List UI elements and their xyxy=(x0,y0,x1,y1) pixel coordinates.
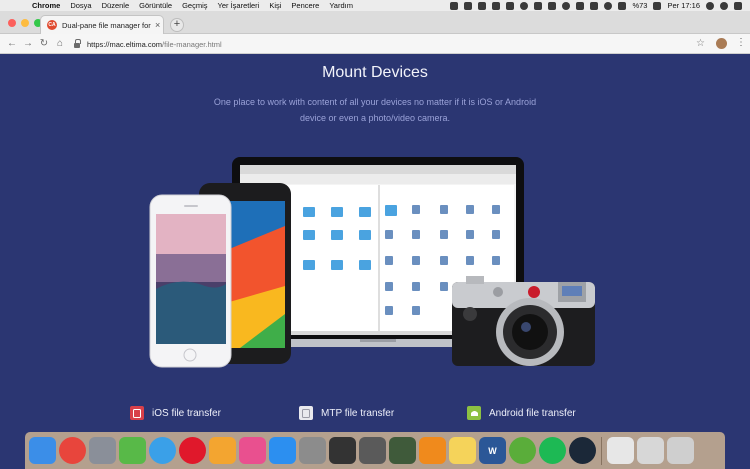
camtasia-icon[interactable] xyxy=(119,437,146,464)
android-icon xyxy=(467,406,481,420)
word-icon[interactable]: W xyxy=(479,437,506,464)
mtp-icon xyxy=(299,406,313,420)
url-text[interactable]: https://mac.eltima.com/file-manager.html xyxy=(87,40,222,49)
status-icon-10[interactable] xyxy=(576,1,585,10)
android-file-transfer-label: Android file transfer xyxy=(489,407,576,419)
tab-title: Dual-pane file manager for Mac xyxy=(62,20,152,30)
volume-icon[interactable] xyxy=(618,1,627,10)
status-icon-2[interactable] xyxy=(464,1,473,10)
activity-monitor-icon[interactable] xyxy=(329,437,356,464)
browser-tab[interactable]: CA Dual-pane file manager for Mac × xyxy=(40,15,164,34)
wifi-icon[interactable] xyxy=(604,1,613,10)
app-store-icon[interactable] xyxy=(269,437,296,464)
status-icon-9[interactable] xyxy=(562,1,571,10)
file-icon[interactable] xyxy=(607,437,634,464)
battery-percent[interactable]: %73 xyxy=(632,0,647,11)
commander-one-icon[interactable] xyxy=(389,437,416,464)
menu-goruntule[interactable]: Görüntüle xyxy=(139,0,172,11)
minimize-window-button[interactable] xyxy=(21,19,29,27)
close-window-button[interactable] xyxy=(8,19,16,27)
menu-gecmis[interactable]: Geçmiş xyxy=(182,0,207,11)
url-host: https://mac.eltima.com xyxy=(87,39,163,49)
menu-yardim[interactable]: Yardım xyxy=(329,0,353,11)
chrome-menu-icon[interactable]: ⋮ xyxy=(736,36,746,50)
status-icon-3[interactable] xyxy=(478,1,487,10)
status-icon-1[interactable] xyxy=(450,1,459,10)
siri-icon[interactable] xyxy=(720,1,728,10)
mtp-file-transfer-item[interactable]: MTP file transfer xyxy=(299,406,394,420)
dock-separator xyxy=(601,436,602,465)
vlc-icon[interactable] xyxy=(419,437,446,464)
bookmark-star-icon[interactable]: ☆ xyxy=(696,37,705,51)
launchpad-icon[interactable] xyxy=(89,437,116,464)
photos-icon[interactable] xyxy=(209,437,236,464)
lock-icon[interactable] xyxy=(74,39,81,48)
preview-icon[interactable] xyxy=(637,437,664,464)
address-bar[interactable]: https://mac.eltima.com/file-manager.html xyxy=(74,37,714,51)
status-icon-8[interactable] xyxy=(548,1,557,10)
ios-file-transfer-item[interactable]: iOS file transfer xyxy=(130,406,221,420)
camera-image xyxy=(452,276,595,366)
ios-file-transfer-label: iOS file transfer xyxy=(152,407,221,419)
chrome-icon[interactable] xyxy=(59,437,86,464)
window-controls xyxy=(8,19,42,27)
notification-center-icon[interactable] xyxy=(734,1,742,10)
url-path: /file-manager.html xyxy=(162,39,222,49)
dock: W xyxy=(25,432,725,469)
menu-app-chrome[interactable]: Chrome xyxy=(32,0,60,11)
trash-icon[interactable] xyxy=(667,437,694,464)
devices-illustration xyxy=(149,157,595,368)
spotify-icon[interactable] xyxy=(539,437,566,464)
status-icon-4[interactable] xyxy=(492,1,501,10)
tab-close-icon[interactable]: × xyxy=(155,20,160,30)
feature-list: iOS file transfer MTP file transfer Andr… xyxy=(0,406,750,420)
menu-bar: Chrome Dosya Düzenle Görüntüle Geçmiş Ye… xyxy=(0,0,750,11)
iphone-image xyxy=(149,194,232,368)
menu-duzenle[interactable]: Düzenle xyxy=(102,0,130,11)
notes-icon[interactable] xyxy=(449,437,476,464)
mtp-file-transfer-label: MTP file transfer xyxy=(321,407,395,419)
page-content: Mount Devices One place to work with con… xyxy=(0,54,750,430)
system-preferences-icon[interactable] xyxy=(299,437,326,464)
opera-icon[interactable] xyxy=(179,437,206,464)
battery-icon[interactable] xyxy=(653,1,662,10)
safari-icon[interactable] xyxy=(149,437,176,464)
tab-strip: CA Dual-pane file manager for Mac × + xyxy=(0,11,750,34)
status-tray: %73 Per 17:16 xyxy=(450,0,742,11)
android-file-transfer-item[interactable]: Android file transfer xyxy=(467,406,576,420)
new-tab-button[interactable]: + xyxy=(170,18,184,32)
menu-kisi[interactable]: Kişi xyxy=(269,0,281,11)
ios-icon xyxy=(130,406,144,420)
itunes-icon[interactable] xyxy=(239,437,266,464)
status-icon-11[interactable] xyxy=(590,1,599,10)
home-button[interactable]: ⌂ xyxy=(54,37,66,51)
menu-clock[interactable]: Per 17:16 xyxy=(667,0,700,11)
menu-yer-isaretleri[interactable]: Yer İşaretleri xyxy=(218,0,260,11)
tab-favicon-icon: CA xyxy=(47,20,57,30)
utorrent-icon[interactable] xyxy=(509,437,536,464)
disk-utility-icon[interactable] xyxy=(359,437,386,464)
status-icon-7[interactable] xyxy=(534,1,543,10)
forward-button[interactable]: → xyxy=(22,37,34,51)
menu-pencere[interactable]: Pencere xyxy=(291,0,319,11)
profile-avatar[interactable] xyxy=(716,38,727,49)
steam-icon[interactable] xyxy=(569,437,596,464)
finder-icon[interactable] xyxy=(29,437,56,464)
browser-toolbar: ← → ↻ ⌂ https://mac.eltima.com/file-mana… xyxy=(0,34,750,54)
reload-button[interactable]: ↻ xyxy=(38,37,50,51)
spotlight-icon[interactable] xyxy=(706,1,714,10)
back-button[interactable]: ← xyxy=(6,37,18,51)
status-icon-6[interactable] xyxy=(520,1,529,10)
status-icon-5[interactable] xyxy=(506,1,515,10)
menu-dosya[interactable]: Dosya xyxy=(70,0,91,11)
